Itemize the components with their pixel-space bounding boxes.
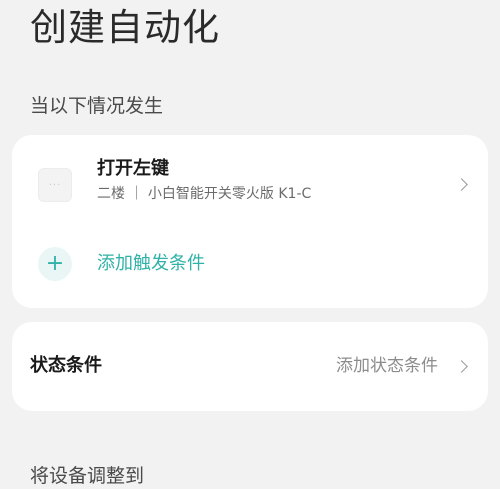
- add-trigger-button[interactable]: + 添加触发条件: [12, 243, 488, 287]
- page-title: 创建自动化: [30, 6, 220, 49]
- condition-card: 状态条件 添加状态条件: [12, 322, 488, 411]
- add-trigger-label: 添加触发条件: [97, 253, 205, 274]
- add-condition-row[interactable]: 状态条件 添加状态条件: [12, 322, 488, 411]
- action-section-heading: 将设备调整到: [30, 465, 145, 487]
- plus-icon: +: [38, 247, 72, 281]
- condition-label: 状态条件: [30, 355, 102, 376]
- trigger-section-heading: 当以下情况发生: [30, 95, 164, 117]
- trigger-title: 打开左键: [97, 158, 169, 179]
- trigger-card: ··· 打开左键 二楼 ｜ 小白智能开关零火版 K1-C + 添加触发条件: [12, 135, 488, 308]
- add-condition-link: 添加状态条件: [336, 356, 438, 376]
- device-thumbnail-icon: ···: [38, 168, 72, 202]
- chevron-right-icon: [455, 178, 468, 191]
- chevron-right-icon: [455, 360, 468, 373]
- trigger-item[interactable]: ··· 打开左键 二楼 ｜ 小白智能开关零火版 K1-C: [12, 153, 488, 213]
- trigger-subtitle: 二楼 ｜ 小白智能开关零火版 K1-C: [97, 186, 312, 202]
